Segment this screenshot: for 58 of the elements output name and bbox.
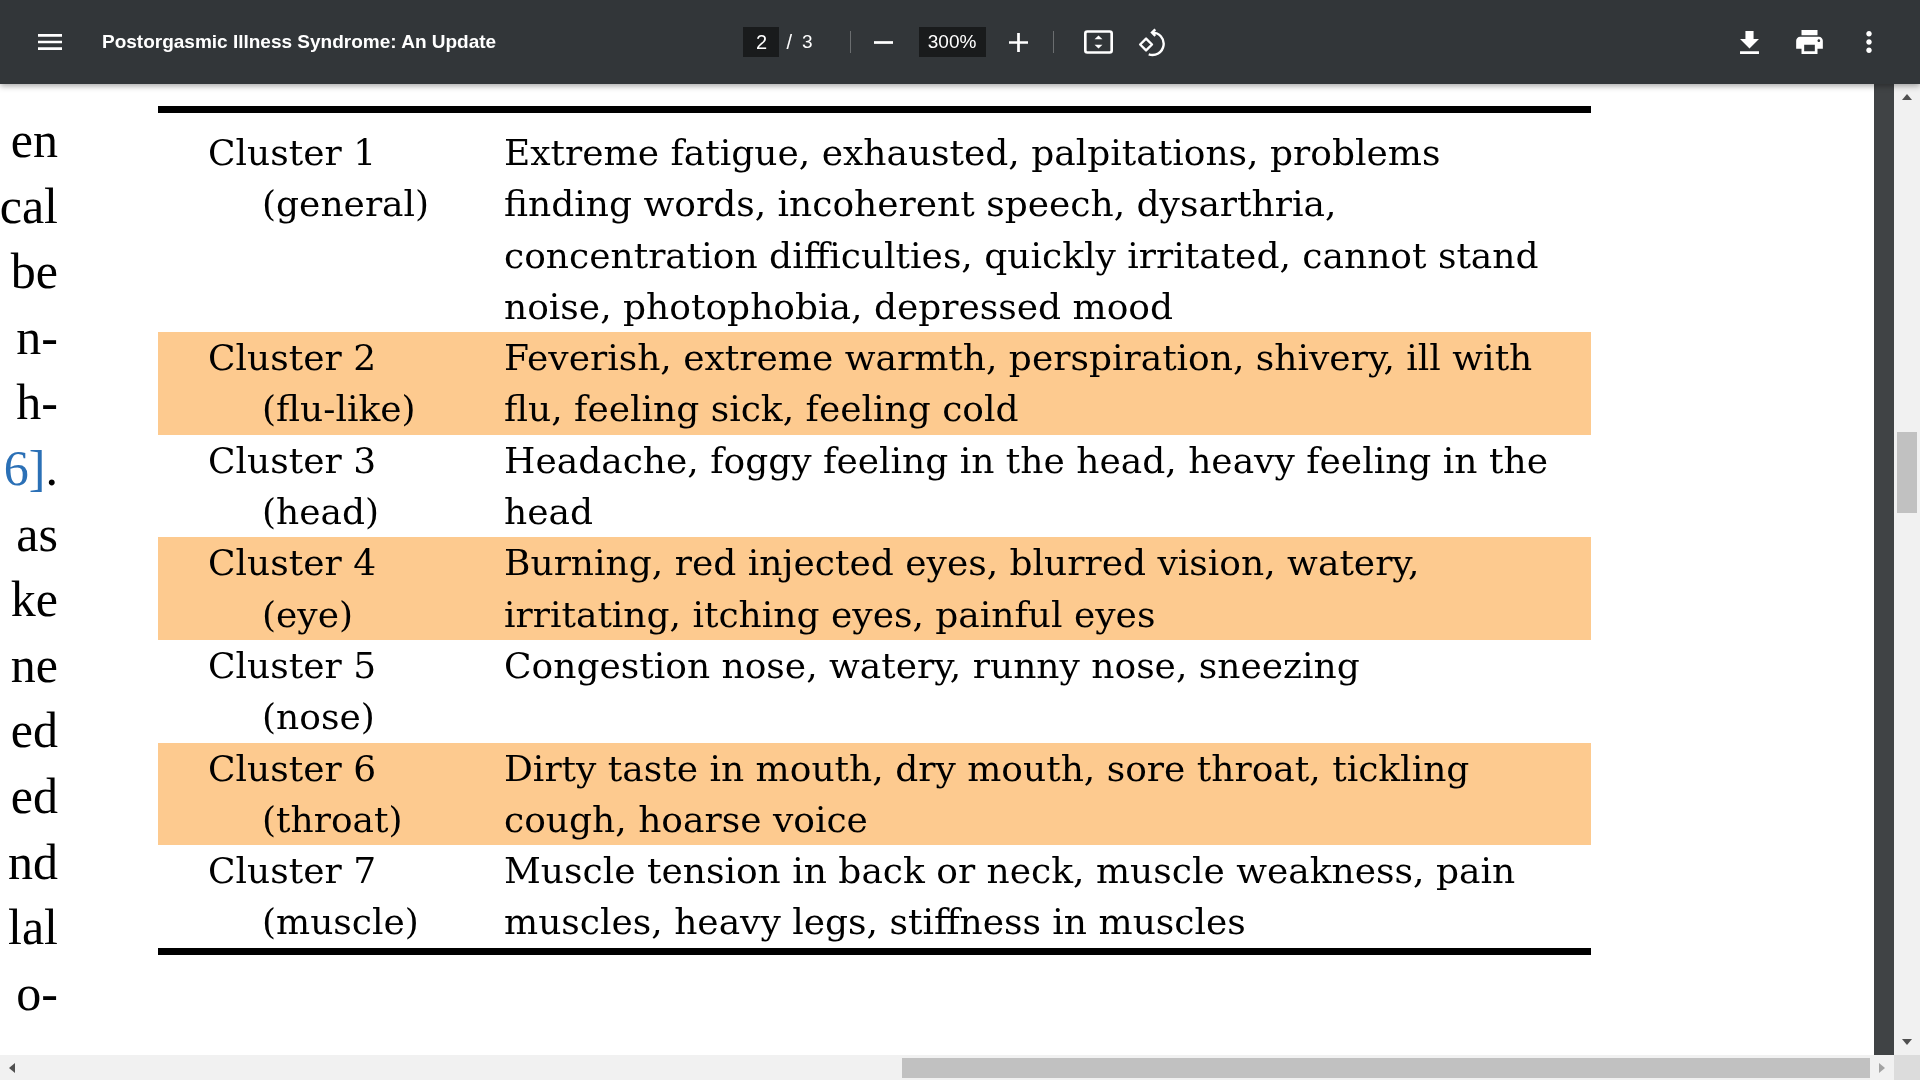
minus-icon [874, 40, 894, 44]
body-text-line: ed [10, 766, 58, 826]
cluster-group: (general) [262, 178, 430, 230]
body-text-line: 6]. [3, 438, 58, 498]
symptom-list: Muscle tension in back or neck, muscle weakness, pain muscles, heavy legs, stiffness in muscles [504, 845, 1570, 948]
cluster-label: Cluster 3 [208, 438, 377, 483]
body-text-line: n- [16, 307, 58, 367]
body-text-line: en [10, 111, 58, 170]
more-icon [1866, 31, 1872, 53]
cluster-group: (throat) [262, 793, 403, 846]
body-text-line: as [16, 504, 58, 564]
scroll-down-arrow-icon [1902, 1039, 1912, 1045]
symptom-list: Burning, red injected eyes, blurred vision, watery, irritating, itching eyes, painful eyes [504, 537, 1570, 640]
page-count: 3 [802, 30, 813, 54]
scrollbar-thumb[interactable] [902, 1057, 1870, 1078]
symptom-list: Feverish, extreme warmth, perspiration, shivery, ill with flu, feeling sick, feeling cold [504, 332, 1570, 435]
cluster-label: Cluster 7 [208, 849, 377, 894]
scroll-left-arrow-icon [9, 1062, 15, 1073]
body-text-line: lal [8, 898, 58, 958]
scroll-right-arrow-icon [1879, 1062, 1885, 1073]
page-separator: / [786, 30, 792, 55]
cluster-group: (nose) [262, 691, 375, 743]
horizontal-scrollbar[interactable] [0, 1055, 1894, 1080]
zoom-field[interactable]: 300% [918, 27, 986, 57]
body-text-line: ke [10, 570, 58, 630]
cluster-group: (muscle) [262, 896, 419, 948]
download-icon [1739, 30, 1759, 54]
rotate-icon [1137, 27, 1166, 57]
body-text-line: o- [16, 963, 58, 1023]
body-text-line: nd [8, 832, 58, 892]
cluster-label: Cluster 2 [208, 336, 377, 381]
plus-icon [1009, 32, 1029, 52]
cluster-label: Cluster 5 [208, 643, 377, 688]
vertical-scrollbar[interactable] [1894, 84, 1920, 1055]
symptom-list: Extreme fatigue, exhausted, palpitations, problems finding words, incoherent speech, dysarthria, concentration difficulties, quickly irritated, cannot stand noise, photophobia, depressed mood [504, 127, 1570, 333]
symptom-list: Dirty taste in mouth, dry mouth, sore throat, tickling cough, hoarse voice [504, 742, 1570, 846]
cluster-label: Cluster 4 [208, 541, 377, 586]
body-text-line: ed [10, 701, 58, 761]
cluster-group: (eye) [262, 588, 354, 640]
scrollbar-thumb[interactable] [1897, 432, 1917, 513]
fit-page-icon [1084, 30, 1114, 54]
symptom-list: Headache, foggy feeling in the head, heavy feeling in the head [504, 434, 1570, 538]
print-icon [1795, 30, 1823, 54]
cluster-label: Cluster 6 [208, 746, 377, 791]
page-number-field[interactable]: 2 [743, 27, 780, 57]
document-title: Postorgasmic Illness Syndrome: An Update [102, 29, 497, 54]
menu-icon [38, 34, 62, 50]
cluster-group: (flu-like) [262, 383, 416, 435]
symptom-list: Congestion nose, watery, runny nose, sneezing [504, 639, 1570, 743]
body-text-line: ne [10, 635, 58, 695]
reference-link[interactable]: 6] [3, 439, 46, 496]
scrollbar-corner [1894, 1055, 1920, 1080]
scroll-up-arrow-icon [1902, 94, 1912, 100]
body-text-line: cal [0, 176, 58, 236]
cluster-label: Cluster 1 [208, 131, 377, 175]
body-text-line: be [10, 242, 58, 302]
cluster-group: (head) [262, 486, 380, 538]
body-text-line: h- [16, 373, 58, 433]
